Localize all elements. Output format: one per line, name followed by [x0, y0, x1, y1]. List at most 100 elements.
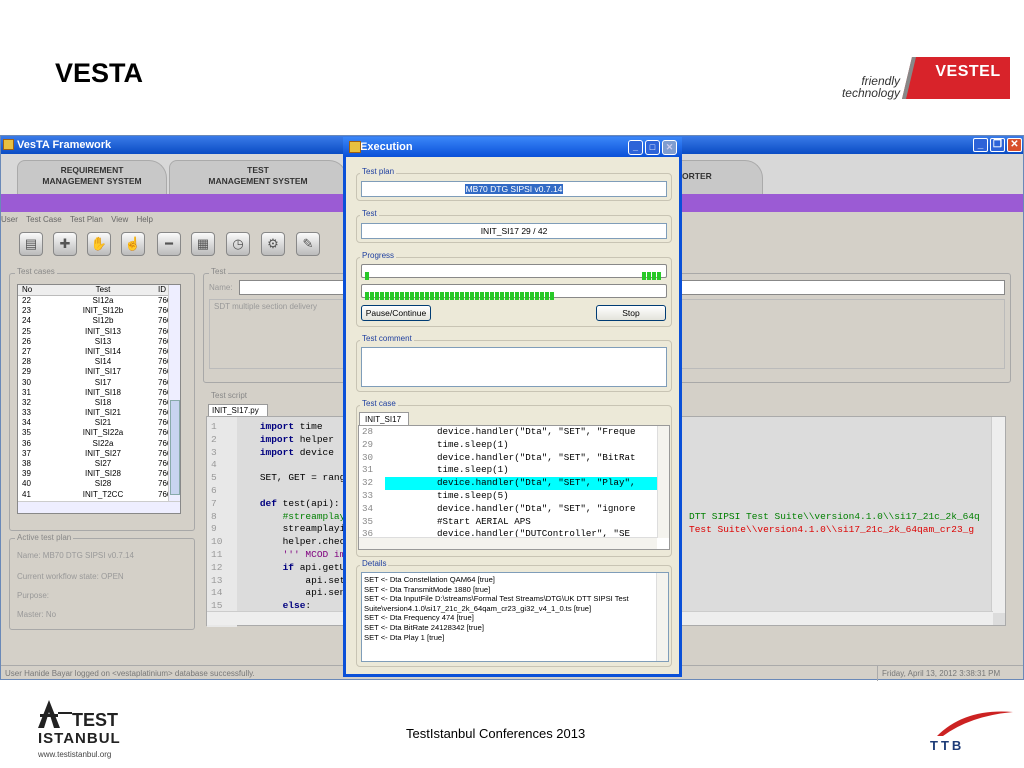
close-button[interactable]: ✕: [1007, 138, 1022, 152]
progress-segment: [450, 292, 454, 300]
menu-user[interactable]: User: [1, 212, 18, 228]
line-number: 1: [211, 421, 217, 432]
tab-test-management[interactable]: TEST MANAGEMENT SYSTEM: [169, 160, 347, 198]
table-row[interactable]: 24 SI12b 766: [18, 316, 180, 326]
code-text: device: [294, 446, 334, 458]
test-field[interactable]: INIT_SI17 29 / 42: [361, 223, 667, 239]
test-case-code[interactable]: 28 device.handler("Dta", "SET", "Freque 29…: [358, 425, 670, 550]
test-label: Test: [209, 267, 228, 276]
hand-cursor-icon[interactable]: ☝: [121, 232, 145, 256]
table-cell: INIT_SI13: [84, 326, 121, 336]
code-keyword: if: [282, 561, 295, 573]
menu-test-plan[interactable]: Test Plan: [70, 212, 103, 228]
line-number: 6: [211, 484, 217, 496]
table-cell: 36: [22, 438, 31, 448]
table-cell: 26: [22, 336, 31, 346]
stop-button[interactable]: Stop: [596, 305, 666, 321]
test-cases-hscroll[interactable]: [18, 501, 180, 513]
restore-button[interactable]: ❐: [990, 138, 1005, 152]
table-row[interactable]: 32 SI18 766: [18, 398, 180, 408]
progress-segment: [390, 292, 394, 300]
table-row[interactable]: 23 INIT_SI12b 766: [18, 306, 180, 316]
test-script-label: Test script: [209, 391, 250, 400]
table-cell: 28: [22, 357, 31, 367]
table-row[interactable]: 27 INIT_SI14 766: [18, 347, 180, 357]
col-no[interactable]: No: [18, 285, 48, 295]
script-line: 10 helper.checkU: [207, 536, 357, 549]
menu-view[interactable]: View: [111, 212, 128, 228]
col-test[interactable]: Test: [48, 285, 158, 295]
add-icon[interactable]: ✚: [53, 232, 77, 256]
details-line: SET <- Dta BitRate 24128342 [true]: [364, 622, 484, 632]
case-line: 30 device.handler("Dta", "SET", "BitRat: [359, 451, 669, 465]
tab-requirement-management[interactable]: REQUIREMENT MANAGEMENT SYSTEM: [17, 160, 167, 198]
table-row[interactable]: 35 INIT_SI22a 766: [18, 428, 180, 438]
table-cell: 24: [22, 316, 31, 326]
case-hscroll[interactable]: [359, 537, 657, 549]
test-cases-list[interactable]: No Test ID 22 SI12a 766 23 INIT_SI12b 766 24 SI…: [17, 284, 181, 514]
code-keyword: import: [259, 446, 295, 458]
test-case-tab[interactable]: INIT_SI17: [359, 412, 409, 426]
table-row[interactable]: 29 INIT_SI17 766: [18, 367, 180, 377]
test-comment-input[interactable]: [361, 347, 667, 387]
table-row[interactable]: 34 SI21 766: [18, 418, 180, 428]
progress-segment: [520, 292, 524, 300]
gear-icon[interactable]: ⚙: [261, 232, 285, 256]
table-row[interactable]: 40 SI28 766: [18, 479, 180, 489]
menu-help[interactable]: Help: [137, 212, 153, 228]
progress-segment: [380, 292, 384, 300]
pause-continue-button[interactable]: Pause/Continue: [361, 305, 431, 321]
clock-icon[interactable]: ◷: [226, 232, 250, 256]
details-lines: SET <- Dta Constellation QAM64 [true] SET…: [364, 575, 654, 642]
line-number: 11: [211, 548, 223, 560]
hand-icon[interactable]: ✋: [87, 232, 111, 256]
exec-maximize-button[interactable]: □: [645, 140, 660, 155]
folder-icon[interactable]: ▦: [191, 232, 215, 256]
progress-segment: [525, 292, 529, 300]
table-row[interactable]: 22 SI12a 766: [18, 296, 180, 306]
line-number: 13: [211, 574, 223, 586]
remove-icon[interactable]: ━: [157, 232, 181, 256]
exec-close-button[interactable]: ✕: [662, 140, 677, 155]
table-row[interactable]: 25 INIT_SI13 766: [18, 327, 180, 337]
table-row[interactable]: 36 SI22a 766: [18, 439, 180, 449]
document-icon[interactable]: ▤: [19, 232, 43, 256]
overall-progress-bar: [361, 284, 667, 300]
vestel-name: VESTEL: [935, 63, 1001, 80]
table-cell: INIT_SI12b: [82, 306, 124, 316]
test-cases-vscroll[interactable]: [168, 285, 180, 513]
exec-minimize-button[interactable]: _: [628, 140, 643, 155]
table-row[interactable]: 37 INIT_SI27 766: [18, 449, 180, 459]
progress-segment: [515, 292, 519, 300]
table-row[interactable]: 26 SI13 766: [18, 337, 180, 347]
progress-segment: [365, 292, 369, 300]
line-number: 3: [211, 446, 217, 458]
test-plan-field[interactable]: MB70 DTG SIPSI v0.7.14: [361, 181, 667, 197]
code-text: :: [305, 600, 312, 612]
details-label: Details: [360, 559, 389, 568]
script-vscroll[interactable]: [991, 417, 1005, 613]
table-row[interactable]: 33 INIT_SI21 766: [18, 408, 180, 418]
scroll-thumb[interactable]: [170, 400, 180, 495]
progress-segment: [540, 292, 544, 300]
table-row[interactable]: 31 INIT_SI18 766: [18, 388, 180, 398]
table-row[interactable]: 28 SI14 766: [18, 357, 180, 367]
menu-test-case[interactable]: Test Case: [26, 212, 62, 228]
test-cases-header: No Test ID: [18, 285, 180, 296]
tab-reporter[interactable]: ORTER: [671, 160, 763, 198]
details-vscroll[interactable]: [656, 573, 668, 661]
details-log[interactable]: SET <- Dta Constellation QAM64 [true] SET…: [361, 572, 669, 662]
case-vscroll[interactable]: [657, 426, 669, 538]
table-row[interactable]: 38 SI27 766: [18, 459, 180, 469]
edit-icon[interactable]: ✎: [296, 232, 320, 256]
table-row[interactable]: 39 INIT_SI28 766: [18, 469, 180, 479]
minimize-button[interactable]: _: [973, 138, 988, 152]
test-label: Test: [360, 209, 379, 218]
table-row[interactable]: 30 SI17 766: [18, 378, 180, 388]
table-row[interactable]: 41 INIT_T2CC 766: [18, 490, 180, 500]
